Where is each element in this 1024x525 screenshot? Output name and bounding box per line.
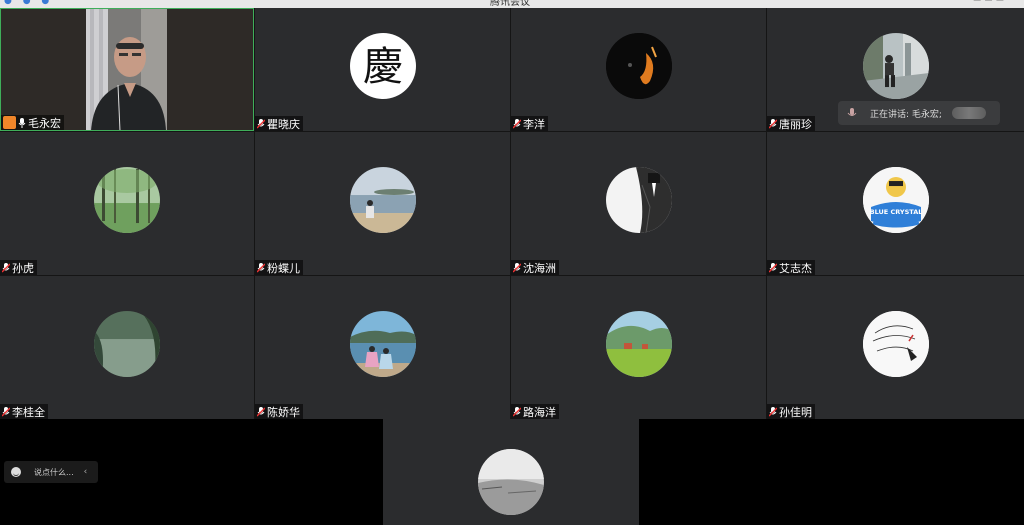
participant-tile-1[interactable]: 毛永宏 bbox=[0, 8, 254, 131]
participant-nameplate: 孙虎 bbox=[0, 260, 37, 275]
participant-avatar bbox=[862, 32, 929, 99]
microphone-muted-icon bbox=[513, 262, 521, 273]
participant-name: 孙虎 bbox=[12, 261, 34, 275]
participant-avatar bbox=[94, 310, 160, 377]
participant-avatar bbox=[349, 310, 416, 377]
participant-avatar bbox=[605, 166, 672, 233]
participant-tile-7[interactable]: 沈海洲 bbox=[511, 132, 766, 275]
chevron-left-icon[interactable]: ‹ bbox=[84, 467, 88, 477]
participant-nameplate: 艾志杰 bbox=[767, 260, 815, 275]
participant-avatar bbox=[478, 449, 544, 515]
participant-name: 瞿晓庆 bbox=[267, 117, 300, 131]
participant-avatar bbox=[605, 32, 672, 99]
microphone-muted-icon bbox=[257, 262, 265, 273]
participant-tile-11[interactable]: 路海洋 bbox=[511, 276, 766, 419]
participant-tile-10[interactable]: 陈娇华 bbox=[255, 276, 510, 419]
participant-nameplate: 粉蝶儿 bbox=[255, 260, 303, 275]
participant-avatar bbox=[605, 310, 672, 377]
participant-nameplate: 路海洋 bbox=[511, 404, 559, 419]
participant-name: 陈娇华 bbox=[267, 405, 300, 419]
microphone-muted-icon bbox=[2, 262, 10, 273]
participant-nameplate: 沈海洲 bbox=[511, 260, 559, 275]
participant-tile-12[interactable]: 孙佳明 bbox=[767, 276, 1024, 419]
window-titlebar: ● ● ● 腾讯会议 ▭ ▭ ▭ bbox=[0, 0, 1024, 8]
microphone-icon bbox=[18, 117, 26, 128]
participant-nameplate: 陈娇华 bbox=[255, 404, 303, 419]
participant-tile-8[interactable]: BLUE CRYSTAL 艾志杰 bbox=[767, 132, 1024, 275]
participant-nameplate: 李洋 bbox=[511, 116, 548, 131]
participant-tile-6[interactable]: 粉蝶儿 bbox=[255, 132, 510, 275]
participant-tile-13[interactable] bbox=[383, 419, 639, 525]
bottom-strip: 说点什么... ‹ bbox=[0, 419, 1024, 525]
participant-name: 路海洋 bbox=[523, 405, 556, 419]
participant-nameplate: 毛永宏 bbox=[1, 115, 64, 130]
audio-level-icon bbox=[951, 107, 986, 119]
participant-nameplate: 李桂全 bbox=[0, 404, 48, 419]
participant-nameplate: 唐丽珍 bbox=[767, 116, 815, 131]
speaking-indicator: 正在讲话: 毛永宏; bbox=[838, 101, 1000, 125]
participant-tile-2[interactable]: 慶 瞿晓庆 bbox=[255, 8, 510, 131]
participant-avatar bbox=[862, 310, 929, 377]
participant-name: 艾志杰 bbox=[779, 261, 812, 275]
titlebar-buttons[interactable]: ▭ ▭ ▭ bbox=[973, 0, 1004, 4]
participant-avatar bbox=[94, 166, 160, 233]
participant-name: 沈海洲 bbox=[523, 261, 556, 275]
microphone-muted-icon bbox=[257, 406, 265, 417]
participant-name: 李桂全 bbox=[12, 405, 45, 419]
microphone-muted-icon bbox=[513, 118, 521, 129]
microphone-muted-icon bbox=[2, 406, 10, 417]
participant-nameplate: 瞿晓庆 bbox=[255, 116, 303, 131]
avatar-calligraphy-text: 慶 bbox=[363, 44, 403, 90]
participant-name: 唐丽珍 bbox=[779, 117, 812, 131]
avatar-logo-text: BLUE CRYSTAL bbox=[869, 208, 922, 216]
participant-tile-9[interactable]: 李桂全 bbox=[0, 276, 254, 419]
window-title: 腾讯会议 bbox=[490, 0, 530, 8]
participant-camera-video bbox=[86, 9, 167, 130]
microphone-muted-icon bbox=[769, 262, 777, 273]
participant-avatar: BLUE CRYSTAL bbox=[862, 166, 929, 233]
microphone-muted-icon bbox=[769, 406, 777, 417]
participant-tile-3[interactable]: 李洋 bbox=[511, 8, 766, 131]
chat-input-bar[interactable]: 说点什么... ‹ bbox=[4, 461, 98, 483]
host-icon bbox=[3, 116, 16, 129]
microphone-muted-icon bbox=[513, 406, 521, 417]
participant-tile-5[interactable]: 孙虎 bbox=[0, 132, 254, 275]
participant-name: 毛永宏 bbox=[28, 116, 61, 130]
microphone-muted-icon bbox=[769, 118, 777, 129]
speaker-icon bbox=[847, 108, 857, 116]
microphone-muted-icon bbox=[257, 118, 265, 129]
participant-avatar: 慶 bbox=[349, 32, 416, 99]
chat-placeholder[interactable]: 说点什么... bbox=[34, 467, 74, 478]
speaking-label: 正在讲话: 毛永宏; bbox=[870, 109, 942, 120]
participant-avatar bbox=[349, 166, 416, 233]
video-grid: 毛永宏 慶 瞿晓庆 李洋 唐丽珍 孙虎 粉蝶儿 沈海洲 BLUE CRYSTAL… bbox=[0, 8, 1024, 419]
participant-name: 粉蝶儿 bbox=[267, 261, 300, 275]
emoji-icon[interactable] bbox=[11, 467, 21, 477]
participant-name: 李洋 bbox=[523, 117, 545, 131]
participant-name: 孙佳明 bbox=[779, 405, 812, 419]
participant-nameplate: 孙佳明 bbox=[767, 404, 815, 419]
window-controls-icon[interactable]: ● ● ● bbox=[4, 0, 53, 6]
